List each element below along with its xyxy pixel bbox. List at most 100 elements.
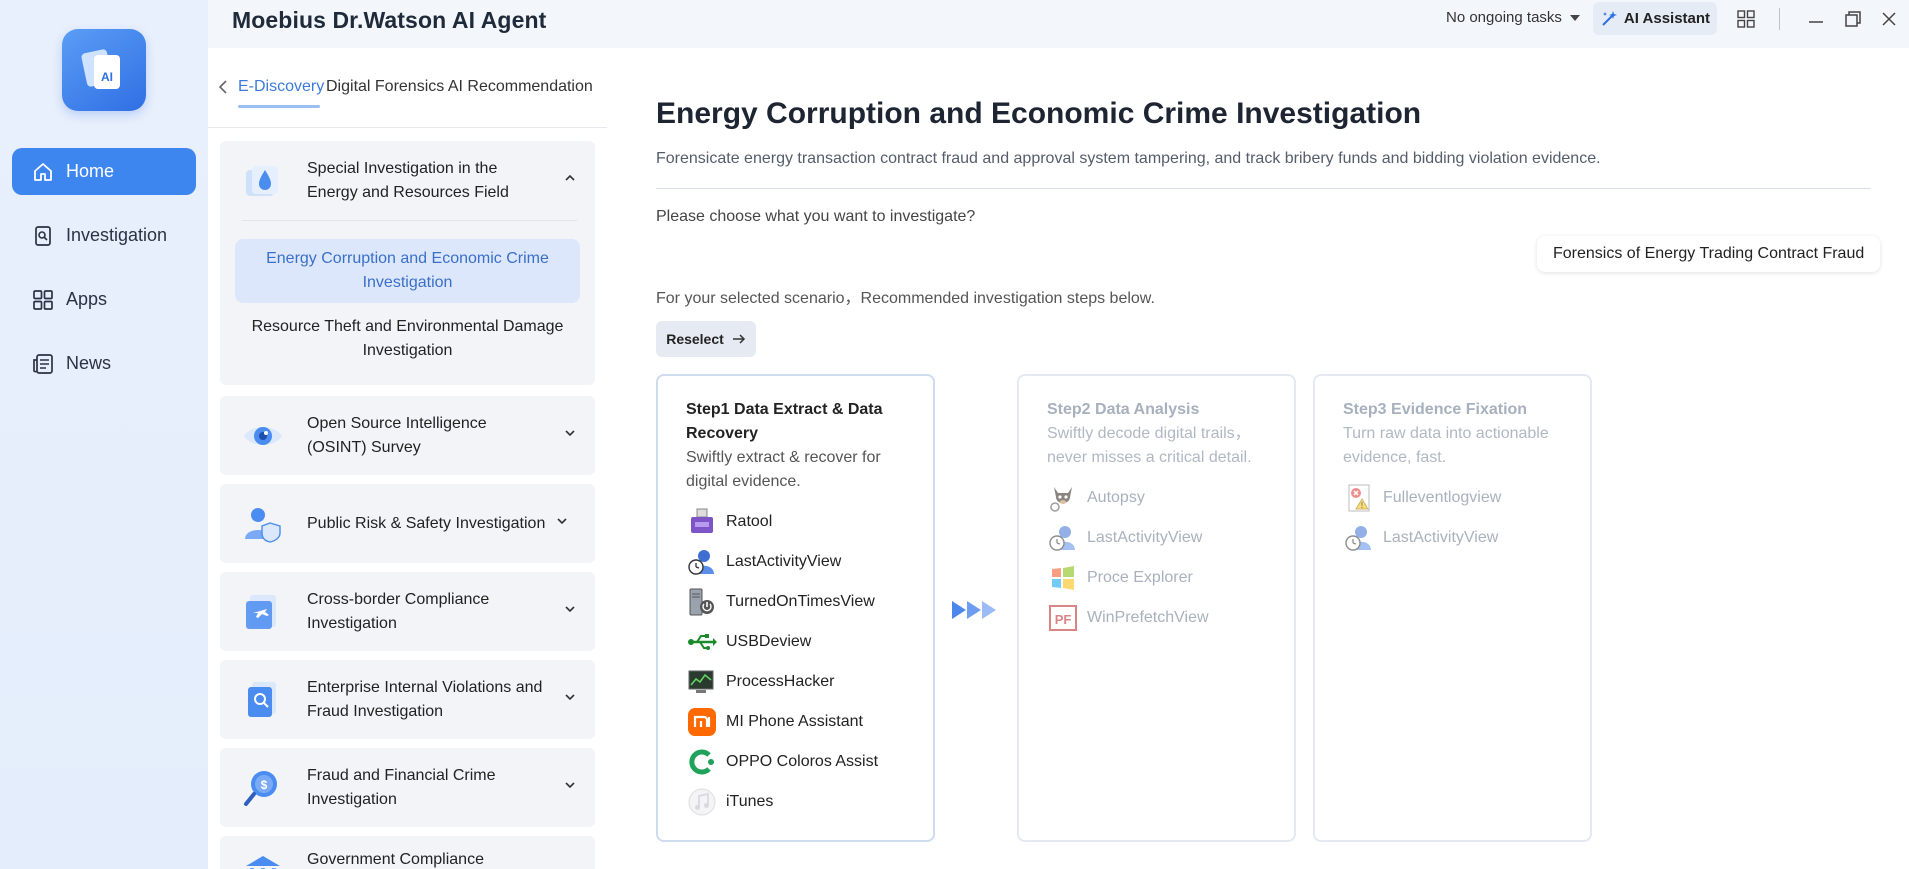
svg-text:$: $ bbox=[261, 778, 268, 792]
close-icon bbox=[1882, 12, 1896, 26]
tool-name: LastActivityView bbox=[726, 553, 842, 570]
layout-grid-button[interactable] bbox=[1735, 8, 1757, 30]
nav-item-investigation[interactable]: Investigation bbox=[12, 212, 196, 259]
tool-item-winprefetchview[interactable]: PF WinPrefetchView bbox=[1047, 598, 1266, 638]
chevron-down-icon[interactable] bbox=[563, 602, 577, 621]
document-search-icon bbox=[242, 679, 284, 721]
tool-name: LastActivityView bbox=[1087, 529, 1203, 546]
subcategory-resource-theft[interactable]: Resource Theft and Environmental Damage … bbox=[235, 307, 580, 371]
tool-list: Autopsy LastActivityView Proce Explorer … bbox=[1047, 478, 1266, 638]
tool-item-ratool[interactable]: Ratool bbox=[686, 502, 905, 542]
restore-button[interactable] bbox=[1842, 8, 1864, 30]
close-button[interactable] bbox=[1878, 8, 1900, 30]
tool-list: Ratool LastActivityView TurnedOnTimesVie… bbox=[686, 502, 905, 822]
investigation-prompt: Please choose what you want to investiga… bbox=[656, 208, 976, 225]
pf-file-icon: PF bbox=[1047, 602, 1079, 634]
ai-assistant-button[interactable]: AI Assistant bbox=[1593, 2, 1717, 35]
step-card-3[interactable]: Step3 Evidence Fixation Turn raw data in… bbox=[1313, 374, 1592, 842]
nav-item-label: Investigation bbox=[66, 225, 168, 245]
step-card-1[interactable]: Step1 Data Extract & Data Recovery Swift… bbox=[656, 374, 935, 842]
tool-item-turnedontimesview[interactable]: TurnedOnTimesView bbox=[686, 582, 905, 622]
chevron-down-icon[interactable] bbox=[563, 426, 577, 445]
magnifier-coin-icon: $ bbox=[242, 767, 284, 809]
logo-icon: AI bbox=[81, 49, 120, 89]
step-flow-arrows bbox=[952, 598, 998, 622]
mi-logo-icon bbox=[686, 706, 718, 738]
subcategory-energy-corruption[interactable]: Energy Corruption and Economic Crime Inv… bbox=[235, 239, 580, 303]
apps-icon bbox=[32, 289, 54, 311]
tasks-dropdown[interactable]: No ongoing tasks bbox=[1446, 9, 1580, 26]
category-cross-border[interactable]: Cross-border Compliance Investigation bbox=[220, 572, 595, 651]
home-icon bbox=[32, 161, 54, 183]
tool-item-itunes[interactable]: iTunes bbox=[686, 782, 905, 822]
category-enterprise-violations[interactable]: Enterprise Internal Violations and Fraud… bbox=[220, 660, 595, 739]
minimize-button[interactable] bbox=[1805, 8, 1827, 30]
reselect-button[interactable]: Reselect bbox=[656, 321, 756, 357]
category-title: Public Risk & Safety Investigation bbox=[307, 514, 546, 532]
chevron-down-icon[interactable] bbox=[563, 778, 577, 797]
chevron-down-icon[interactable] bbox=[555, 514, 569, 533]
tool-item-usbdeview[interactable]: USBDeview bbox=[686, 622, 905, 662]
category-osint[interactable]: Open Source Intelligence (OSINT) Survey bbox=[220, 396, 595, 475]
tool-item-processhacker[interactable]: ProcessHacker bbox=[686, 662, 905, 702]
oppo-coloros-icon bbox=[686, 746, 718, 778]
tool-name: iTunes bbox=[726, 793, 774, 810]
tasks-label: No ongoing tasks bbox=[1446, 9, 1562, 26]
category-fraud-financial[interactable]: $ Fraud and Financial Crime Investigatio… bbox=[220, 748, 595, 827]
energy-drop-icon bbox=[242, 160, 284, 202]
tool-item-lastactivityview[interactable]: LastActivityView bbox=[686, 542, 905, 582]
nav-item-news[interactable]: News bbox=[12, 340, 196, 387]
news-icon bbox=[32, 353, 54, 375]
category-public-risk[interactable]: Public Risk & Safety Investigation bbox=[220, 484, 595, 563]
caret-down-icon bbox=[1569, 14, 1580, 21]
tool-item-mi-phone-assistant[interactable]: MI Phone Assistant bbox=[686, 702, 905, 742]
main-content: Energy Corruption and Economic Crime Inv… bbox=[607, 48, 1909, 869]
tool-item-oppo-coloros[interactable]: OPPO Coloros Assist bbox=[686, 742, 905, 782]
back-chevron-icon[interactable] bbox=[216, 78, 230, 101]
tool-item-autopsy[interactable]: Autopsy bbox=[1047, 478, 1266, 518]
tool-item-fulleventlogview[interactable]: ! Fulleventlogview bbox=[1343, 478, 1562, 518]
tool-name: LastActivityView bbox=[1383, 529, 1499, 546]
nav-item-apps[interactable]: Apps bbox=[12, 276, 196, 323]
arrow-right-icon bbox=[732, 334, 745, 344]
tool-name: Autopsy bbox=[1087, 489, 1145, 506]
user-clock-icon bbox=[1047, 522, 1079, 554]
user-clock-icon bbox=[1343, 522, 1375, 554]
page-title: Energy Corruption and Economic Crime Inv… bbox=[656, 97, 1422, 130]
svg-text:AI: AI bbox=[101, 70, 113, 84]
tool-item-process-explorer[interactable]: Proce Explorer bbox=[1047, 558, 1266, 598]
nav-item-label: Apps bbox=[66, 289, 108, 309]
ai-assistant-label: AI Assistant bbox=[1623, 10, 1711, 27]
tool-item-lastactivityview[interactable]: LastActivityView bbox=[1047, 518, 1266, 558]
magic-wand-icon bbox=[1602, 10, 1617, 26]
nav-item-home[interactable]: Home bbox=[12, 148, 196, 195]
step-description: Swiftly extract & recover for digital ev… bbox=[686, 449, 881, 490]
category-title: Special Investigation in the Energy and … bbox=[307, 159, 509, 201]
chevron-up-icon[interactable] bbox=[563, 171, 577, 190]
category-header[interactable]: Special Investigation in the Energy and … bbox=[220, 141, 595, 220]
divider bbox=[656, 188, 1871, 189]
step-card-2[interactable]: Step2 Data Analysis Swiftly decode digit… bbox=[1017, 374, 1296, 842]
triple-chevron-right-icon bbox=[952, 601, 996, 619]
tool-name: MI Phone Assistant bbox=[726, 713, 863, 730]
selected-scenario-chip[interactable]: Forensics of Energy Trading Contract Fra… bbox=[1537, 236, 1881, 272]
left-nav: AI Home Investigation Apps News bbox=[0, 0, 208, 869]
breadcrumb-digital-forensics[interactable]: Digital Forensics AI Recommendation bbox=[326, 78, 593, 96]
category-government-compliance[interactable]: Government Compliance bbox=[220, 836, 595, 869]
restore-icon bbox=[1845, 11, 1861, 27]
chevron-down-icon[interactable] bbox=[563, 690, 577, 709]
computer-power-icon bbox=[686, 586, 718, 618]
breadcrumb-e-discovery[interactable]: E-Discovery bbox=[238, 78, 324, 96]
tool-item-lastactivityview[interactable]: LastActivityView bbox=[1343, 518, 1562, 558]
government-building-icon bbox=[242, 852, 284, 869]
category-title: Cross-border Compliance Investigation bbox=[307, 590, 490, 632]
page-description: Forensicate energy transaction contract … bbox=[656, 150, 1601, 167]
reselect-label: Reselect bbox=[666, 331, 724, 347]
step-title: Step2 Data Analysis bbox=[1047, 401, 1200, 418]
windows-flag-icon bbox=[1047, 562, 1079, 594]
step-description: Turn raw data into actionable evidence, … bbox=[1343, 425, 1549, 466]
airplane-document-icon bbox=[242, 591, 284, 633]
step-title: Step1 Data Extract & Data Recovery bbox=[686, 401, 883, 442]
tool-name: ProcessHacker bbox=[726, 673, 835, 690]
category-panel: E-Discovery Digital Forensics AI Recomme… bbox=[208, 48, 607, 869]
